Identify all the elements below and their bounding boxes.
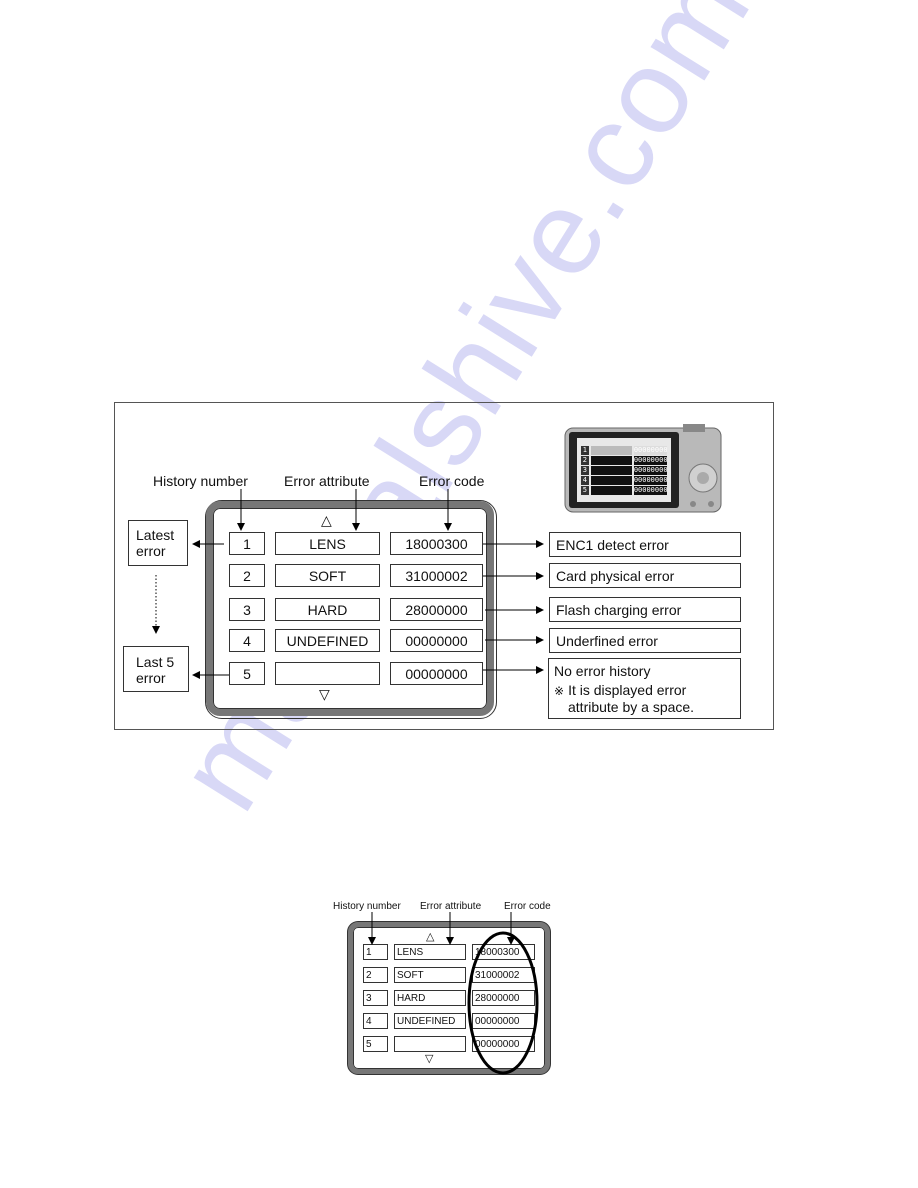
small-error-attribute-cell: SOFT	[394, 967, 466, 983]
scroll-down-icon: ▽	[319, 686, 330, 702]
small-error-code-cell: 31000002	[472, 967, 535, 983]
error-attribute-label: Error attribute	[284, 473, 370, 489]
error-description-box: Underfined error	[549, 628, 741, 653]
latest-error-box: Latest error	[128, 520, 188, 566]
error-attribute-cell: HARD	[275, 598, 380, 621]
no-error-history-box: No error history ※ It is displayed error at…	[548, 658, 741, 719]
small-error-attribute-label: Error attribute	[420, 901, 482, 912]
small-history-number-cell: 3	[363, 990, 388, 1006]
error-description-box: Flash charging error	[549, 597, 741, 622]
error-description-box: Card physical error	[549, 563, 741, 588]
note-mark-icon: ※	[554, 684, 565, 698]
error-code-label: Error code	[419, 473, 485, 489]
small-history-number-cell: 2	[363, 967, 388, 983]
scroll-up-icon: △	[321, 512, 332, 528]
history-number-cell: 3	[229, 598, 265, 621]
note-line-1-text: It is displayed error	[568, 682, 687, 698]
error-description-box: ENC1 detect error	[549, 532, 741, 557]
history-number-cell: 5	[229, 662, 265, 685]
small-error-attribute-cell: UNDEFINED	[394, 1013, 466, 1029]
no-error-history-text: No error history	[554, 663, 651, 679]
history-number-label: History number	[153, 473, 248, 489]
latest-error-line2: error	[136, 543, 166, 559]
error-attribute-cell: UNDEFINED	[275, 629, 380, 652]
small-history-number-label: History number	[333, 901, 401, 912]
small-error-attribute-cell: HARD	[394, 990, 466, 1006]
small-error-code-cell: 00000000	[472, 1013, 535, 1029]
small-error-code-cell: 18000300	[472, 944, 535, 960]
error-code-cell: 18000300	[390, 532, 483, 555]
error-attribute-cell: SOFT	[275, 564, 380, 587]
last5-error-box: Last 5 error	[123, 646, 189, 692]
small-error-attribute-cell	[394, 1036, 466, 1052]
error-code-cell: 28000000	[390, 598, 483, 621]
error-code-cell: 31000002	[390, 564, 483, 587]
last5-error-line2: error	[136, 670, 166, 686]
error-attribute-cell: LENS	[275, 532, 380, 555]
error-code-cell: 00000000	[390, 662, 483, 685]
history-number-cell: 2	[229, 564, 265, 587]
error-code-cell: 00000000	[390, 629, 483, 652]
note-line-2: attribute by a space.	[568, 699, 695, 715]
small-scroll-down-icon: ▽	[425, 1053, 434, 1065]
small-history-number-cell: 4	[363, 1013, 388, 1029]
history-number-cell: 4	[229, 629, 265, 652]
small-history-number-cell: 5	[363, 1036, 388, 1052]
note-line-1: ※ It is displayed error	[554, 682, 740, 699]
small-scroll-up-icon: △	[426, 931, 435, 943]
small-error-code-cell: 28000000	[472, 990, 535, 1006]
small-error-code-label: Error code	[504, 901, 551, 912]
error-attribute-cell	[275, 662, 380, 685]
small-history-number-cell: 1	[363, 944, 388, 960]
small-error-code-cell: 00000000	[472, 1036, 535, 1052]
last5-error-line1: Last 5	[136, 654, 175, 670]
small-error-attribute-cell: LENS	[394, 944, 466, 960]
history-number-cell: 1	[229, 532, 265, 555]
latest-error-line1: Latest	[136, 527, 175, 543]
